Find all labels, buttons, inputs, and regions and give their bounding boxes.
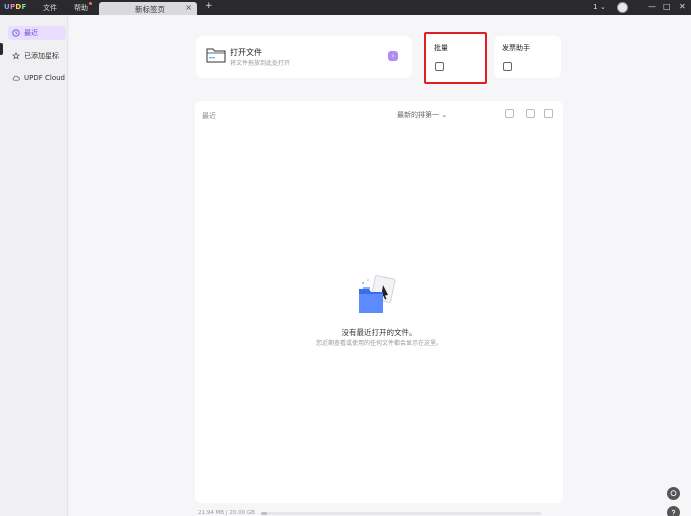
- page-indicator[interactable]: 1: [593, 3, 597, 11]
- title-bar: UPDF 文件 帮助 新标签页 × + 1 ⌄ — □ ✕: [0, 0, 691, 15]
- empty-state-title: 没有最近打开的文件。: [341, 328, 417, 337]
- minimize-icon[interactable]: —: [648, 2, 656, 11]
- menu-file[interactable]: 文件: [43, 3, 57, 13]
- help-icon[interactable]: [667, 506, 680, 516]
- open-file-arrow-icon[interactable]: ›: [388, 51, 398, 61]
- storage-usage-text: 21.94 MB | 20.00 GB: [198, 510, 255, 516]
- sidebar-item-label: UPDF Cloud: [24, 74, 65, 82]
- storage-usage-fill: [261, 512, 267, 515]
- recent-label: 最近: [202, 112, 216, 120]
- empty-state-subtitle: 您近期查看或使用的任何文件都会显示在这里。: [315, 340, 442, 347]
- recent-files-panel: 最近 最新的排第一 ⌄ 没有最近打开的文件。 您近期查看或使用的任何文件都会显示…: [195, 101, 563, 503]
- main-content: 打开文件 将文件拖放到此处打开 › 批量 发票助手 最近 最新的排第一 ⌄ 没有…: [69, 15, 691, 516]
- add-tab-button[interactable]: +: [205, 1, 213, 11]
- open-file-subtitle: 将文件拖放到此处打开: [230, 60, 291, 67]
- batch-icon: [435, 62, 444, 71]
- tab-close-icon[interactable]: ×: [185, 3, 192, 12]
- list-view-icon[interactable]: [505, 109, 514, 118]
- chevron-down-icon[interactable]: ⌄: [600, 3, 606, 11]
- app-logo[interactable]: UPDF: [4, 3, 27, 11]
- invoice-assistant-icon: [503, 62, 512, 71]
- batch-title: 批量: [434, 44, 448, 52]
- menu-help[interactable]: 帮助: [74, 3, 88, 13]
- cloud-icon: [12, 74, 20, 82]
- tab-label: 新标签页: [135, 5, 165, 14]
- sidebar-item-updf-cloud[interactable]: UPDF Cloud: [8, 71, 66, 85]
- open-file-title: 打开文件: [230, 48, 262, 57]
- sort-dropdown[interactable]: 最新的排第一 ⌄: [397, 110, 447, 120]
- open-file-card[interactable]: 打开文件 将文件拖放到此处打开 ›: [196, 36, 412, 78]
- invoice-assistant-title: 发票助手: [502, 44, 530, 52]
- folder-icon: [206, 46, 226, 64]
- sidebar-item-label: 已添加星标: [24, 52, 59, 60]
- trash-icon[interactable]: [544, 109, 553, 118]
- invoice-assistant-card[interactable]: 发票助手: [494, 36, 561, 78]
- sidebar-collapse-handle[interactable]: [0, 43, 3, 55]
- maximize-icon[interactable]: □: [663, 2, 671, 11]
- avatar[interactable]: [617, 2, 628, 13]
- sidebar: 最近 已添加星标 UPDF Cloud: [0, 15, 68, 516]
- notification-dot: [89, 2, 92, 5]
- storage-usage-bar: [261, 512, 541, 515]
- tab-new[interactable]: 新标签页 ×: [99, 2, 197, 15]
- grid-view-icon[interactable]: [526, 109, 535, 118]
- close-icon[interactable]: ✕: [679, 2, 686, 11]
- clock-icon: [12, 29, 20, 37]
- sidebar-item-starred[interactable]: 已添加星标: [8, 49, 66, 63]
- batch-card[interactable]: 批量: [424, 32, 487, 84]
- sidebar-item-label: 最近: [24, 29, 38, 37]
- star-icon: [12, 52, 20, 60]
- chat-support-icon[interactable]: [667, 487, 680, 500]
- sidebar-item-recent[interactable]: 最近: [8, 26, 66, 40]
- empty-folder-illustration-icon: [353, 271, 403, 321]
